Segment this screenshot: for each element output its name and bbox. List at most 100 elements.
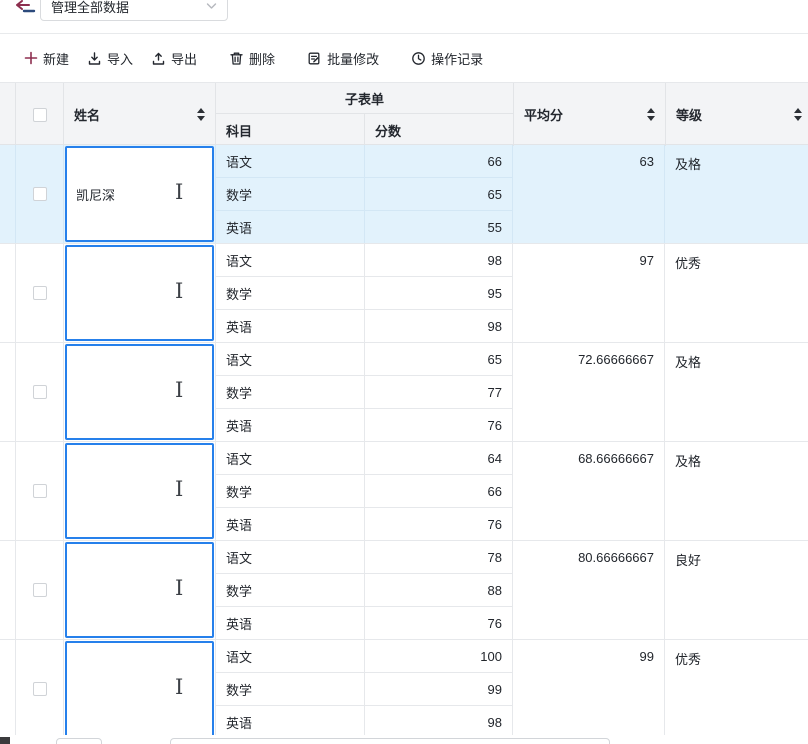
row-checkbox[interactable] <box>33 187 47 201</box>
average-cell[interactable]: 80.66666667 <box>513 541 665 639</box>
grade-value: 良好 <box>675 550 701 569</box>
sort-icon[interactable] <box>197 108 205 121</box>
score-cell[interactable]: 55 <box>365 211 512 243</box>
average-cell[interactable]: 97 <box>513 244 665 342</box>
average-cell[interactable]: 68.66666667 <box>513 442 665 540</box>
column-header-name[interactable]: 姓名 <box>64 83 216 146</box>
records-table: 姓名 子表单 科目 分数 平均分 等级 <box>0 82 808 739</box>
score-cell[interactable]: 66 <box>365 475 512 508</box>
batch-edit-icon <box>307 51 322 66</box>
view-selector-dropdown[interactable]: 管理全部数据 <box>40 0 228 21</box>
table-row[interactable]: 和叶森 I 语文数学英语 788876 80.66666667 良好 <box>0 541 808 640</box>
import-button[interactable]: 导入 <box>87 49 133 68</box>
grade-cell[interactable]: 及格 <box>665 145 808 243</box>
grade-value: 及格 <box>675 352 701 371</box>
score-cell[interactable]: 76 <box>365 409 512 441</box>
table-body: I 语文数学英语 666555 63 及格 书乐 I 语文数学英语 989598… <box>0 145 808 739</box>
operation-log-button[interactable]: 操作记录 <box>411 49 483 68</box>
score-cell[interactable]: 100 <box>365 640 512 673</box>
score-cell[interactable]: 65 <box>365 343 512 376</box>
name-editor: I <box>65 641 214 737</box>
score-cell[interactable]: 98 <box>365 706 512 738</box>
toolbar: 新建 导入 导出 <box>0 34 808 82</box>
row-gutter <box>0 541 16 639</box>
score-cell[interactable]: 76 <box>365 607 512 639</box>
name-edit-input[interactable] <box>67 643 252 735</box>
score-cell[interactable]: 65 <box>365 178 512 211</box>
table-row[interactable]: 书乐 I 语文数学英语 989598 97 优秀 <box>0 244 808 343</box>
row-checkbox[interactable] <box>33 286 47 300</box>
table-row[interactable]: 慕容熙 I 语文数学英语 1009998 99 优秀 <box>0 640 808 739</box>
score-cell[interactable]: 64 <box>365 442 512 475</box>
row-gutter <box>0 640 16 738</box>
topbar: 管理全部数据 <box>0 0 808 34</box>
table-row[interactable]: 盖聂 I 语文数学英语 657776 72.66666667 及格 <box>0 343 808 442</box>
score-cell[interactable]: 77 <box>365 376 512 409</box>
row-checkbox[interactable] <box>33 583 47 597</box>
name-cell[interactable]: I <box>64 145 216 243</box>
grade-value: 优秀 <box>675 253 701 272</box>
name-edit-input[interactable] <box>67 247 252 339</box>
name-cell[interactable]: 书乐 I <box>64 244 216 342</box>
bottom-cutoff-strip <box>0 735 808 744</box>
select-all-cell <box>16 83 64 146</box>
table-row[interactable]: I 语文数学英语 666555 63 及格 <box>0 145 808 244</box>
name-cell[interactable]: 盖聂 I <box>64 343 216 441</box>
plus-icon <box>24 51 38 65</box>
cutoff-field-shape <box>170 738 610 744</box>
row-checkbox[interactable] <box>33 682 47 696</box>
average-cell[interactable]: 99 <box>513 640 665 738</box>
score-cell[interactable]: 78 <box>365 541 512 574</box>
row-checkbox-cell <box>16 442 64 540</box>
grade-cell[interactable]: 良好 <box>665 541 808 639</box>
name-edit-input[interactable] <box>67 346 252 438</box>
back-collapse-icon[interactable] <box>16 0 36 16</box>
row-checkbox-cell <box>16 343 64 441</box>
average-value: 97 <box>640 253 654 268</box>
score-cell[interactable]: 66 <box>365 145 512 178</box>
average-cell[interactable]: 63 <box>513 145 665 243</box>
name-editor: I <box>65 344 214 440</box>
name-cell[interactable]: 吉尼 I <box>64 442 216 540</box>
column-header-average[interactable]: 平均分 <box>513 83 665 146</box>
column-header-grade[interactable]: 等级 <box>665 83 808 146</box>
row-checkbox[interactable] <box>33 484 47 498</box>
corner-block <box>0 737 10 744</box>
score-cell[interactable]: 88 <box>365 574 512 607</box>
name-edit-input[interactable] <box>67 445 252 537</box>
new-record-button[interactable]: 新建 <box>24 49 69 68</box>
table-row[interactable]: 吉尼 I 语文数学英语 646676 68.66666667 及格 <box>0 442 808 541</box>
score-cell[interactable]: 76 <box>365 508 512 540</box>
sort-icon[interactable] <box>647 108 655 121</box>
clock-icon <box>411 51 426 66</box>
grade-value: 及格 <box>675 154 701 173</box>
average-value: 72.66666667 <box>578 352 654 367</box>
grade-cell[interactable]: 及格 <box>665 343 808 441</box>
row-checkbox-cell <box>16 145 64 243</box>
row-checkbox[interactable] <box>33 385 47 399</box>
score-cell[interactable]: 98 <box>365 310 512 342</box>
sort-icon[interactable] <box>794 108 802 121</box>
name-editor: I <box>65 146 214 242</box>
name-edit-input[interactable] <box>67 148 252 240</box>
delete-button[interactable]: 删除 <box>229 49 275 68</box>
name-editor: I <box>65 542 214 638</box>
average-value: 63 <box>640 154 654 169</box>
select-all-checkbox[interactable] <box>33 108 47 122</box>
name-cell[interactable]: 慕容熙 I <box>64 640 216 738</box>
score-subcolumn: 989598 <box>365 244 513 342</box>
grade-cell[interactable]: 及格 <box>665 442 808 540</box>
grade-value: 优秀 <box>675 649 701 668</box>
score-cell[interactable]: 98 <box>365 244 512 277</box>
batch-edit-button[interactable]: 批量修改 <box>307 49 379 68</box>
score-cell[interactable]: 95 <box>365 277 512 310</box>
average-cell[interactable]: 72.66666667 <box>513 343 665 441</box>
column-header-subject: 科目 <box>216 114 365 146</box>
grade-cell[interactable]: 优秀 <box>665 244 808 342</box>
header-gutter <box>0 83 16 146</box>
grade-cell[interactable]: 优秀 <box>665 640 808 738</box>
name-cell[interactable]: 和叶森 I <box>64 541 216 639</box>
name-edit-input[interactable] <box>67 544 252 636</box>
score-cell[interactable]: 99 <box>365 673 512 706</box>
export-button[interactable]: 导出 <box>151 49 197 68</box>
